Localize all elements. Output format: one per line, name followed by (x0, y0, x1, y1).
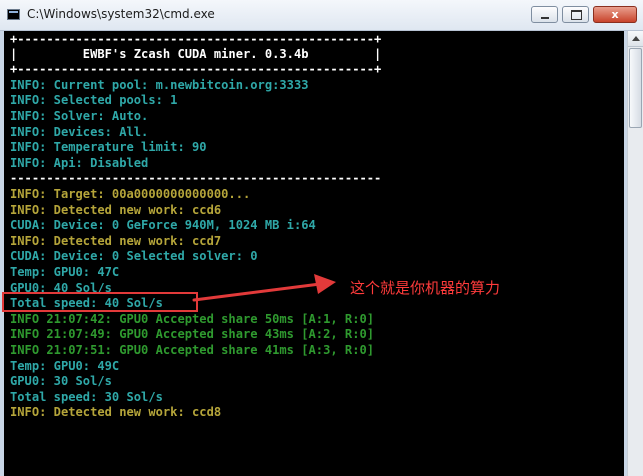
speed-highlight-box (2, 292, 198, 312)
console-output[interactable]: +---------------------------------------… (4, 31, 624, 476)
close-button[interactable]: x (593, 6, 637, 23)
console-line: Total speed: 30 Sol/s (10, 390, 163, 404)
banner-top-border: +---------------------------------------… (10, 32, 382, 46)
banner-title: | EWBF's Zcash CUDA miner. 0.3.4b | (10, 47, 382, 61)
console-line: INFO: Solver: Auto. (10, 109, 149, 123)
console-line: INFO: Current pool: m.newbitcoin.org:333… (10, 78, 309, 92)
minimize-button[interactable] (531, 6, 558, 23)
maximize-button[interactable] (562, 6, 589, 23)
console-line: INFO: Devices: All. (10, 125, 149, 139)
console-line: INFO: Detected new work: ccd8 (10, 405, 222, 419)
annotation-label: 这个就是你机器的算力 (350, 279, 501, 297)
console-line: INFO: Detected new work: ccd7 (10, 234, 222, 248)
console-line: Temp: GPU0: 47C (10, 265, 120, 279)
console-line: INFO: Target: 00a0000000000000... (10, 187, 251, 201)
console-line: CUDA: Device: 0 Selected solver: 0 (10, 249, 258, 263)
scroll-thumb[interactable] (629, 48, 642, 128)
title-bar[interactable]: C:\Windows\system32\cmd.exe x (0, 0, 643, 31)
console-line: GPU0: 30 Sol/s (10, 374, 112, 388)
cmd-app-icon[interactable] (7, 9, 20, 20)
accepted-share-line: INFO 21:07:51: GPU0 Accepted share 41ms … (10, 343, 375, 357)
console-line: CUDA: Device: 0 GeForce 940M, 1024 MB i:… (10, 218, 316, 232)
console-line: INFO: Detected new work: ccd6 (10, 203, 222, 217)
console-line: INFO: Temperature limit: 90 (10, 140, 207, 154)
accepted-share-line: INFO 21:07:42: GPU0 Accepted share 50ms … (10, 312, 375, 326)
console-line: INFO: Api: Disabled (10, 156, 149, 170)
window-title: C:\Windows\system32\cmd.exe (27, 7, 215, 21)
annotation-arrow-icon (192, 274, 336, 302)
vertical-scrollbar[interactable] (627, 31, 643, 476)
window-controls: x (531, 6, 637, 23)
scroll-up-arrow-icon[interactable] (628, 31, 643, 47)
banner-bottom-border: +---------------------------------------… (10, 62, 382, 76)
separator-line: ----------------------------------------… (10, 171, 382, 185)
cmd-window: C:\Windows\system32\cmd.exe x +---------… (0, 0, 643, 476)
console-line: INFO: Selected pools: 1 (10, 93, 178, 107)
console-line: Temp: GPU0: 49C (10, 359, 120, 373)
accepted-share-line: INFO 21:07:49: GPU0 Accepted share 43ms … (10, 327, 375, 341)
